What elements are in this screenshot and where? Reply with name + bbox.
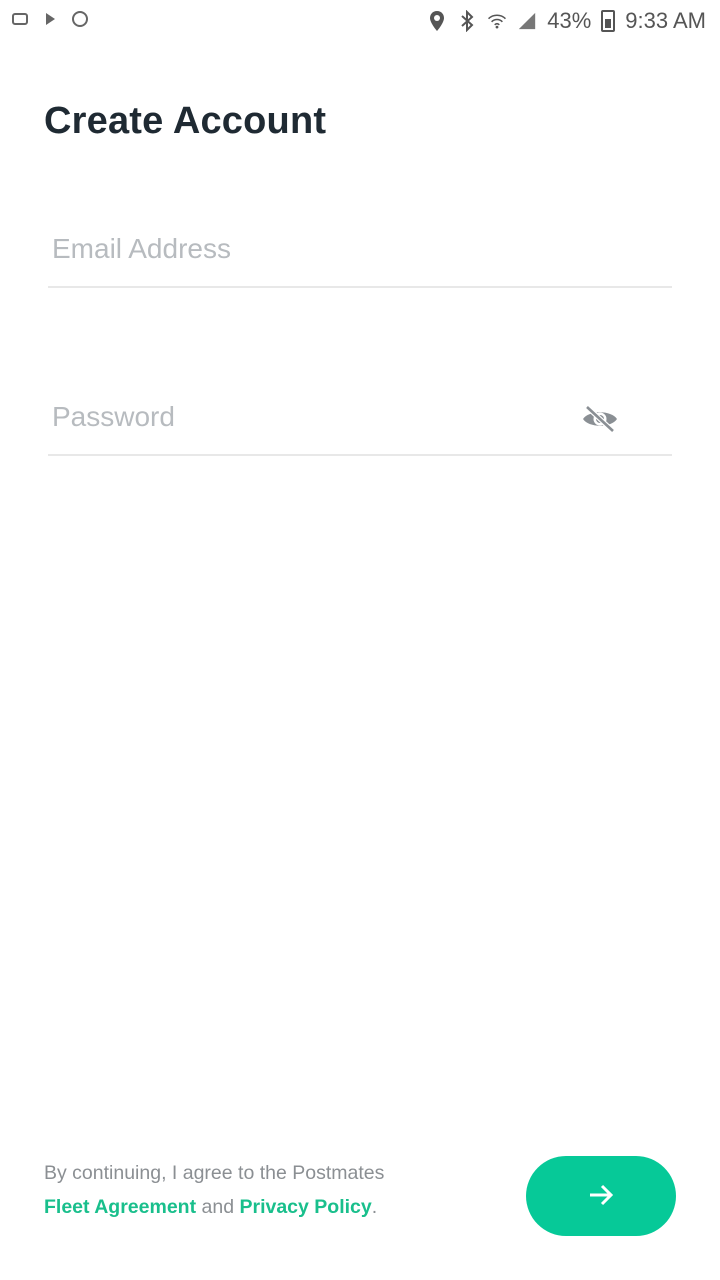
battery-icon — [601, 10, 616, 32]
status-right: 43% 9:33 AM — [427, 8, 706, 34]
status-bar: 43% 9:33 AM — [0, 0, 720, 40]
password-field[interactable] — [48, 400, 672, 456]
eye-off-icon[interactable] — [578, 402, 622, 436]
terms-prefix: By continuing, I agree to the Postmates — [44, 1162, 385, 1184]
sync-icon — [70, 8, 90, 30]
privacy-policy-link[interactable]: Privacy Policy — [239, 1196, 371, 1218]
terms-period: . — [371, 1196, 378, 1218]
next-button[interactable] — [526, 1156, 676, 1236]
signal-icon — [517, 10, 537, 32]
email-input[interactable] — [52, 232, 592, 266]
location-icon — [427, 10, 447, 32]
terms-and: and — [201, 1196, 235, 1218]
notification-icon — [10, 8, 30, 30]
status-left — [10, 8, 90, 30]
page-title: Create Account — [44, 100, 327, 142]
battery-percentage: 43% — [547, 8, 592, 33]
fleet-agreement-link[interactable]: Fleet Agreement — [44, 1196, 196, 1218]
arrow-right-icon — [584, 1178, 618, 1215]
email-field[interactable] — [48, 232, 672, 288]
media-icon — [40, 8, 60, 30]
wifi-icon — [487, 10, 507, 32]
bluetooth-icon — [457, 10, 477, 32]
clock-time: 9:33 AM — [625, 8, 706, 33]
terms-text: By continuing, I agree to the Postmates … — [44, 1156, 444, 1224]
password-input[interactable] — [52, 400, 592, 434]
